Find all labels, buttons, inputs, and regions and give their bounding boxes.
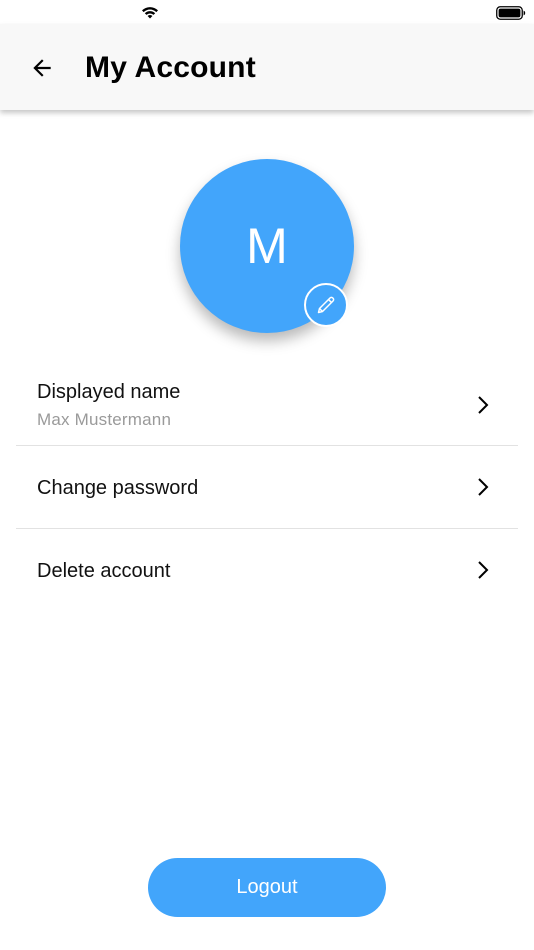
wifi-icon [142,7,158,19]
battery-icon [496,6,526,20]
app-bar: My Account [0,24,534,110]
menu-item-displayed-name[interactable]: Displayed name Max Mustermann [16,363,518,446]
chevron-right-icon [478,396,489,414]
arrow-back-icon [33,59,51,77]
chevron-right-icon [478,561,489,579]
menu-item-subtitle: Max Mustermann [37,410,172,429]
status-bar [0,0,534,24]
back-button[interactable] [24,50,60,86]
pencil-icon [317,296,335,314]
account-menu-list: Displayed name Max Mustermann Change pas… [16,363,518,612]
page-title: My Account [85,51,256,84]
avatar-initial: M [246,218,288,274]
menu-item-title: Delete account [37,560,171,582]
menu-item-title: Change password [37,477,199,499]
avatar-container: M [180,159,354,333]
menu-item-change-password[interactable]: Change password [16,446,518,529]
menu-item-delete-account[interactable]: Delete account [16,529,518,612]
edit-avatar-button[interactable] [304,283,348,327]
menu-item-title: Displayed name [37,381,181,403]
logout-button[interactable]: Logout [148,858,386,917]
chevron-right-icon [478,478,489,496]
